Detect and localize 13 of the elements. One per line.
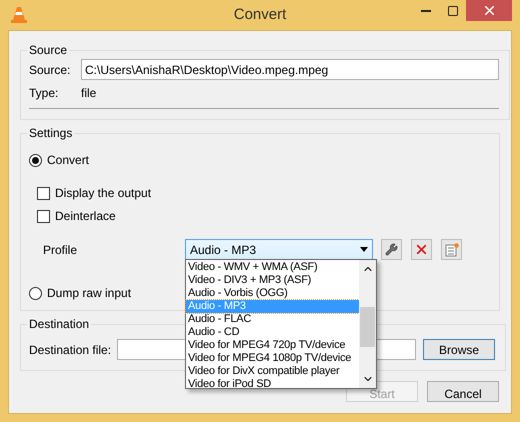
- radio-label: Dump raw input: [47, 286, 132, 300]
- window-title: Convert: [234, 6, 286, 23]
- group-title: Destination: [28, 317, 90, 331]
- group-title: Source: [28, 43, 68, 57]
- radio-label: Convert: [47, 153, 90, 167]
- field-label: Destination file:: [29, 342, 112, 356]
- checkbox-label: Display the output: [55, 186, 152, 200]
- checkbox-label: Deinterlace: [55, 209, 116, 223]
- field-label: Source:: [29, 62, 72, 76]
- group-title: Settings: [28, 126, 74, 140]
- type-value: file: [81, 86, 96, 100]
- profile-label: Profile: [43, 242, 78, 256]
- field-label: Type:: [29, 86, 60, 100]
